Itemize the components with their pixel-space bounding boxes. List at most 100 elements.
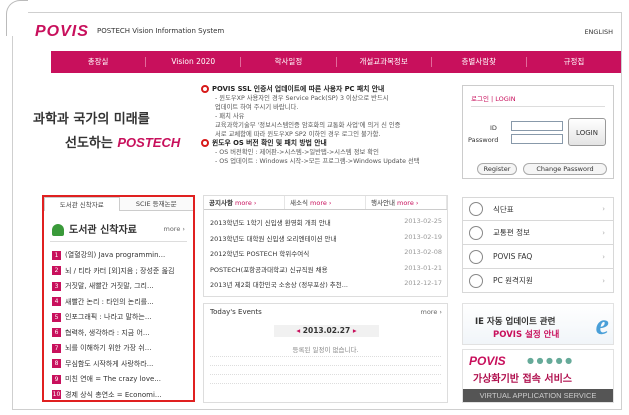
more-link[interactable]: more › — [235, 199, 257, 207]
quick-link-bus[interactable]: 교통편 정보 › — [462, 221, 614, 245]
list-item[interactable]: 1 (열혈강의) Java programmin... — [52, 250, 174, 266]
login-heading: 로그인 | LOGIN — [471, 95, 516, 103]
more-link[interactable]: more › — [397, 199, 419, 207]
item-title: 경제 상식 총연소 = Economi... — [65, 390, 162, 399]
item-title: 2012학년도 POSTECH 학위수여식 — [210, 250, 310, 258]
id-input[interactable] — [511, 121, 563, 131]
password-label: Password — [468, 136, 499, 144]
item-title: 2013년 제2회 대한민국 소송상 (정부포상) 추천... — [210, 281, 348, 289]
login-button[interactable]: LOGIN — [568, 118, 606, 146]
notice-text: - 윈도우XP 사용자인 경우 Service Pack(SP) 3 이상으로 … — [215, 95, 389, 102]
tab-notices[interactable]: 공지사항 more › — [204, 196, 285, 209]
monitor-icon — [469, 273, 483, 288]
item-title: 미친 연애 = The crazy love... — [65, 375, 161, 383]
list-item[interactable]: 2012학년도 POSTECH 학위수여식 2013-02-08 — [210, 248, 442, 264]
password-input[interactable] — [511, 134, 563, 144]
list-item[interactable]: 5 인포그래픽 : 나라고 말하는... — [52, 312, 174, 328]
list-item[interactable]: 7 뇌를 이해하기 위한 가장 쉬... — [52, 343, 174, 359]
slogan-highlight: POSTECH — [117, 135, 181, 150]
board-panel: 공지사항 more › 새소식 more › 행사안내 more › 2013학… — [203, 195, 448, 297]
item-title: 거짓말, 새빨간 거짓말, 그리... — [65, 282, 154, 290]
brand-subtitle: POSTECH Vision Information System — [97, 27, 225, 35]
event-date-nav: ◂ 2013.02.27 ▸ — [274, 325, 379, 337]
nav-regulations[interactable]: 규정집 — [527, 57, 621, 67]
item-number: 4 — [52, 297, 61, 306]
notice-item-1-title[interactable]: POVIS SSL 인증서 업데이트에 따른 사용자 PC 패치 안내 — [201, 85, 446, 94]
divider — [50, 241, 187, 242]
chevron-right-icon: › — [602, 205, 605, 213]
events-title: Today's Events — [210, 308, 262, 316]
povis-logo-small: POVIS — [469, 354, 506, 368]
notice-panel: POVIS SSL 인증서 업데이트에 따른 사용자 PC 패치 안내 - 윈도… — [201, 85, 446, 177]
app-icons-decoration: ● ● ● ● ● — [527, 356, 573, 365]
notice-list: 2013학년도 1학기 신입생 환영회 개최 안내 2013-02-25 2013… — [210, 217, 442, 295]
item-number: 2 — [52, 266, 61, 275]
bullet-ring-icon — [201, 85, 209, 93]
vas-banner-line1: 가상화기반 접속 서비스 — [473, 374, 572, 385]
ie-logo-icon: e — [595, 308, 609, 341]
list-item[interactable]: POSTECH(포항공과대학교) 신규직원 채용 2013-01-21 — [210, 264, 442, 280]
library-new-arrivals: 도서관 신착자료 SCIE 등재논문 도서관 신착자료 more › 1 (열혈강… — [42, 195, 195, 402]
item-title: 협력하, 생각하라 : 지금 어... — [65, 328, 150, 337]
item-title: 무심함도 시작하게 사랑하라... — [65, 359, 154, 368]
item-date: 2013-02-19 — [404, 232, 442, 241]
tab-news[interactable]: 새소식 more › — [285, 196, 366, 209]
nav-vision[interactable]: Vision 2020 — [146, 57, 242, 67]
tab-label: 공지사항 — [209, 199, 233, 207]
ie-update-banner[interactable]: e IE 자동 업데이트 관련 POVIS 설정 안내 — [462, 303, 614, 345]
list-item[interactable]: 2013년 제2회 대한민국 소송상 (정부포상) 추천... 2012-12-1… — [210, 279, 442, 295]
quick-link-remote[interactable]: PC 원격지원 › — [462, 269, 614, 293]
item-title: POSTECH(포항공과대학교) 신규직원 채용 — [210, 265, 328, 274]
bus-icon — [469, 225, 483, 240]
item-number: 8 — [52, 359, 61, 368]
virtual-app-banner[interactable]: POVIS ● ● ● ● ● 가상화기반 접속 서비스 VIRTUAL APP… — [462, 349, 614, 403]
next-day-icon[interactable]: ▸ — [353, 326, 357, 335]
tab-scie-papers[interactable]: SCIE 등재논문 — [119, 197, 193, 211]
quick-link-faq[interactable]: POVIS FAQ › — [462, 245, 614, 269]
item-date: 2013-02-08 — [404, 248, 442, 256]
notice-item-2-title[interactable]: 윈도우 OS 버전 확인 및 패치 방법 안내 — [201, 139, 446, 148]
faq-icon — [469, 249, 483, 264]
nav-academic-calendar[interactable]: 학사일정 — [241, 57, 337, 67]
event-date: 2013.02.27 — [302, 326, 351, 335]
item-date: 2013-02-25 — [404, 217, 442, 225]
prev-day-icon[interactable]: ◂ — [296, 326, 300, 335]
list-item[interactable]: 3 거짓말, 새빨간 거짓말, 그리... — [52, 281, 174, 297]
nav-course-info[interactable]: 개설교과목정보 — [337, 57, 432, 67]
list-item[interactable]: 2013학년도 1학기 신입생 환영회 개최 안내 2013-02-25 — [210, 217, 442, 233]
list-item[interactable]: 6 협력하, 생각하라 : 지금 어... — [52, 328, 174, 344]
list-item[interactable]: 8 무심함도 시작하게 사랑하라... — [52, 359, 174, 375]
todays-events: Today's Events more › ◂ 2013.02.27 ▸ 등록된… — [203, 303, 448, 403]
register-button[interactable]: Register — [477, 163, 517, 175]
quick-link-label: 식단표 — [493, 204, 514, 214]
list-item[interactable]: 9 미친 연애 = The crazy love... — [52, 374, 174, 390]
notice-text: 교육과학기술부 '정보시스템인증 암호화의 교통화 사업'에 의거 신 인증 — [215, 122, 401, 129]
item-number: 1 — [52, 250, 61, 260]
tab-library-new[interactable]: 도서관 신착자료 — [44, 197, 120, 211]
item-number: 3 — [52, 281, 61, 291]
library-more-link[interactable]: more › — [163, 225, 185, 233]
chevron-right-icon: › — [602, 252, 605, 261]
events-empty-text: 등록된 일정이 없습니다. — [292, 346, 359, 354]
quick-link-label: 교통편 정보 — [493, 228, 530, 237]
ie-banner-line1: IE 자동 업데이트 관련 — [475, 317, 556, 327]
slogan-line2: 선도하는 POSTECH — [65, 132, 180, 151]
list-item[interactable]: 4 새빨간 논리 : 타인의 논리를... — [52, 297, 174, 313]
tab-events[interactable]: 행사안내 more › — [366, 196, 447, 209]
list-item[interactable]: 2 뇌 / 티타 카터 [외]지음 ; 장성준 옮김 — [52, 266, 174, 282]
quick-link-label: PC 원격지원 — [493, 276, 533, 285]
list-item[interactable]: 10 경제 상식 총연소 = Economi... — [52, 390, 174, 406]
main-nav: 총장실 Vision 2020 학사일정 개설교과목정보 층별사람찾 규정집 — [51, 51, 621, 73]
events-more-link[interactable]: more › — [420, 308, 442, 316]
nav-president[interactable]: 총장실 — [51, 57, 147, 67]
site-header: POVIS POSTECH Vision Information System … — [13, 13, 621, 49]
library-list: 1 (열혈강의) Java programmin... 2 뇌 / 티타 카터 [외… — [52, 250, 174, 405]
quick-link-menu[interactable]: 식단표 › — [462, 197, 614, 221]
notice-text: - 패치 사유 — [215, 113, 245, 120]
english-link[interactable]: ENGLISH — [584, 28, 613, 36]
change-password-button[interactable]: Change Password — [523, 163, 607, 175]
povis-logo[interactable]: POVIS — [35, 23, 89, 41]
more-link[interactable]: more › — [310, 199, 332, 207]
nav-people-finder[interactable]: 층별사람찾 — [432, 57, 527, 67]
list-item[interactable]: 2013학년도 대학원 신입생 오리엔테이션 안내 2013-02-19 — [210, 233, 442, 249]
